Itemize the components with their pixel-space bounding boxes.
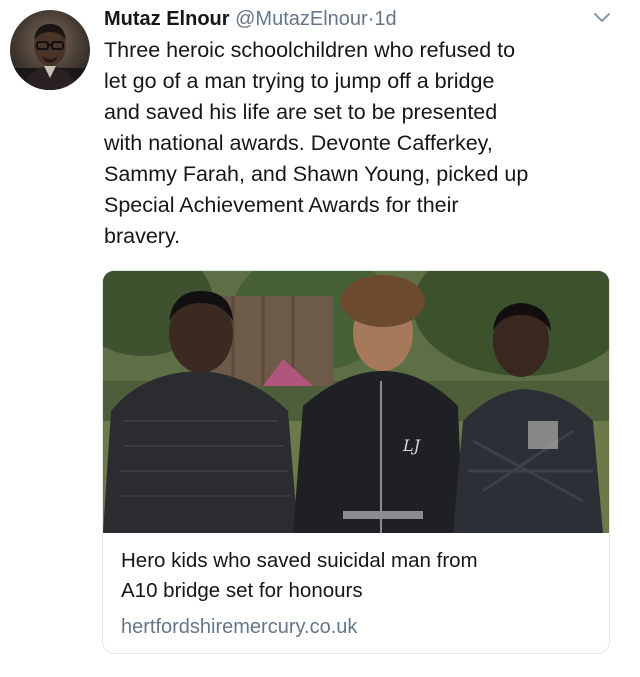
tweet-text: Three heroic schoolchildren who refused … — [104, 38, 529, 248]
avatar-image — [10, 10, 90, 90]
chevron-down-icon[interactable] — [592, 10, 612, 26]
card-domain[interactable]: hertfordshiremercury.co.uk — [121, 613, 357, 641]
card-image: Ǉ — [103, 271, 609, 533]
author-name[interactable]: Mutaz Elnour — [104, 8, 230, 30]
avatar[interactable] — [10, 10, 90, 90]
tweet-time[interactable]: 1d — [374, 8, 396, 30]
tweet-header: Mutaz Elnour @MutazElnour·1d — [104, 6, 397, 32]
author-handle[interactable]: @MutazElnour — [235, 8, 368, 30]
card-title[interactable]: Hero kids who saved suicidal man from A1… — [121, 546, 591, 606]
svg-text:Ǉ: Ǉ — [402, 436, 421, 455]
link-card[interactable]: Ǉ Hero kids who saved suicidal man from … — [102, 270, 610, 654]
